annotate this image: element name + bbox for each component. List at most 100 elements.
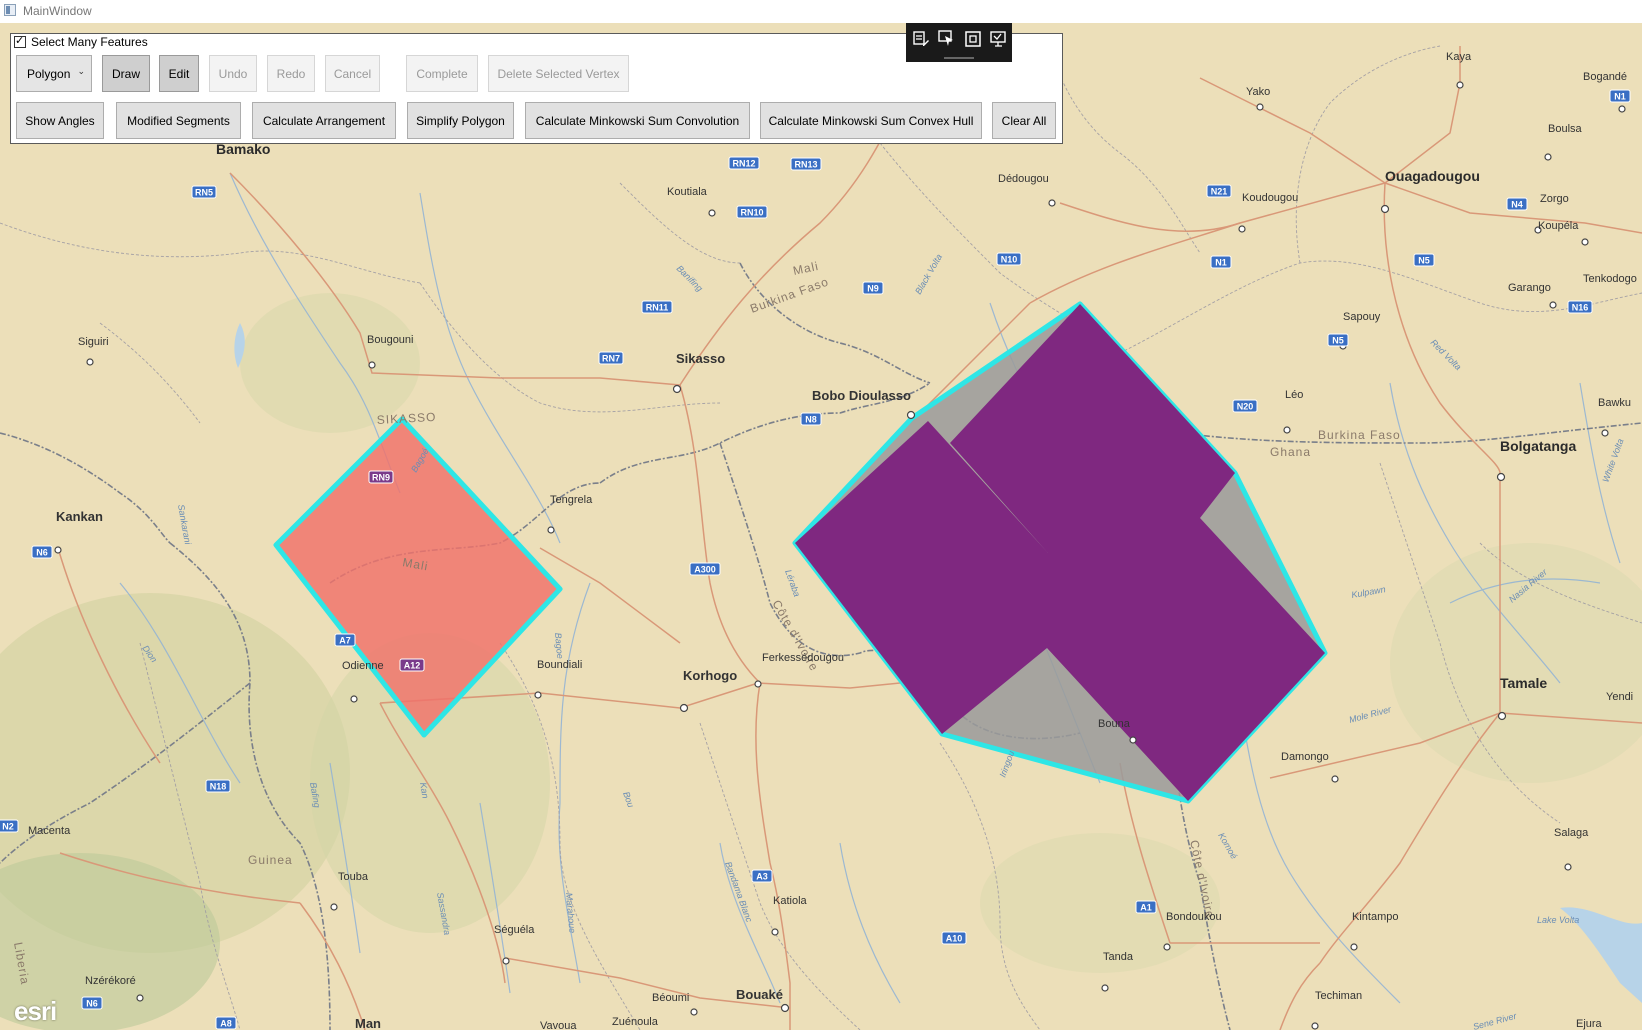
road-shield-label: N16 [1572, 303, 1589, 313]
road-shield: RN5 [191, 185, 217, 199]
city-label: Ejura [1576, 1018, 1603, 1030]
minkowski-convolution-button[interactable]: Calculate Minkowski Sum Convolution [525, 102, 750, 139]
window-icon [4, 4, 16, 16]
undo-button[interactable]: Undo [209, 55, 257, 92]
frame-icon[interactable] [964, 30, 982, 48]
road-shield: A8 [215, 1016, 237, 1030]
map-canvas[interactable]: SIKASSO Mali Mali Burkina Faso Burkina F… [0, 23, 1642, 1030]
city-label: Macenta [28, 825, 71, 837]
city-label: Ouagadougou [1385, 168, 1480, 184]
road-shield: N20 [1232, 399, 1258, 413]
city-label: Koudougou [1242, 192, 1298, 204]
road-shield-label: N6 [86, 999, 98, 1009]
simplify-polygon-button[interactable]: Simplify Polygon [407, 102, 514, 139]
city-label: Kaya [1446, 51, 1472, 63]
road-shield: RN9 [368, 470, 394, 484]
draw-button[interactable]: Draw [102, 55, 150, 92]
road-shield: RN12 [728, 156, 760, 170]
city-label: Sikasso [676, 351, 725, 366]
cancel-button[interactable]: Cancel [325, 55, 380, 92]
road-shield-label: A8 [220, 1019, 232, 1029]
road-shield: RN13 [790, 157, 822, 171]
road-shield-label: RN13 [794, 160, 817, 170]
road-shield-label: N20 [1237, 402, 1254, 412]
road-shield-label: A7 [339, 636, 351, 646]
city-label: Ferkessédougou [762, 652, 844, 664]
city-label: Man [355, 1016, 381, 1030]
road-shield-label: N5 [1332, 336, 1344, 346]
region-label-guinea: Guinea [248, 853, 293, 867]
city-label: Bobo Dioulasso [812, 388, 911, 403]
road-shield: N5 [1327, 333, 1349, 347]
city-label: Koupéla [1538, 220, 1579, 232]
road-shield: RN11 [641, 300, 673, 314]
city-label: Bouaké [736, 987, 783, 1002]
city-label: Bawku [1598, 397, 1631, 409]
minkowski-convex-hull-button[interactable]: Calculate Minkowski Sum Convex Hull [760, 102, 982, 139]
road-shield-label: N21 [1211, 187, 1228, 197]
snap-icon[interactable] [990, 30, 1008, 48]
city-label: Bolgatanga [1500, 438, 1576, 454]
road-shield: N4 [1506, 197, 1528, 211]
terrain-shade [980, 833, 1220, 973]
delete-selected-vertex-button[interactable]: Delete Selected Vertex [488, 55, 629, 92]
city-label: Katiola [773, 895, 808, 907]
road-shield-label: N9 [867, 284, 879, 294]
city-label: Tamale [1500, 675, 1547, 691]
palette-grip[interactable] [944, 57, 974, 59]
road-shield-label: RN9 [372, 473, 390, 483]
road-shield: RN7 [598, 351, 624, 365]
city-label: Techiman [1315, 990, 1362, 1002]
road-shield: A1 [1135, 900, 1157, 914]
select-vertex-icon[interactable] [938, 30, 956, 48]
city-label: Bondoukou [1166, 911, 1222, 923]
calculate-arrangement-button[interactable]: Calculate Arrangement [252, 102, 396, 139]
checkbox-checked-icon[interactable] [14, 34, 26, 48]
road-shield: A12 [399, 658, 425, 672]
clear-all-button[interactable]: Clear All [992, 102, 1056, 139]
chevron-down-icon: ⌄ [77, 66, 85, 76]
map-view[interactable]: SIKASSO Mali Mali Burkina Faso Burkina F… [0, 23, 1642, 1030]
city-label: Vavoua [540, 1020, 577, 1030]
road-shield: N10 [996, 252, 1022, 266]
road-shield-label: N8 [805, 415, 817, 425]
complete-button[interactable]: Complete [406, 55, 478, 92]
window-title: MainWindow [23, 4, 92, 18]
road-shield-label: RN10 [740, 208, 763, 218]
city-label: Boulsa [1548, 123, 1583, 135]
road-shield: N9 [862, 281, 884, 295]
city-label: Korhogo [683, 668, 737, 683]
road-shield: N8 [800, 412, 822, 426]
city-label: Zuénoula [612, 1016, 659, 1028]
city-label: Nzérékoré [85, 975, 136, 987]
road-shield-label: A1 [1140, 903, 1152, 913]
road-shield: N2 [0, 819, 19, 833]
edit-geometry-icon[interactable] [912, 30, 930, 48]
show-angles-button[interactable]: Show Angles [16, 102, 104, 139]
road-shield-label: RN7 [602, 354, 620, 364]
road-shield: N21 [1206, 184, 1232, 198]
road-shield: N1 [1210, 255, 1232, 269]
road-shield: A7 [334, 633, 356, 647]
edit-button[interactable]: Edit [159, 55, 199, 92]
city-label: Léo [1285, 389, 1303, 401]
city-label: Séguéla [494, 924, 535, 936]
region-label-burkina-2: Burkina Faso [1318, 428, 1401, 442]
geometry-type-select[interactable]: Polygon ⌄ [16, 55, 92, 92]
road-shield-label: A300 [694, 565, 716, 575]
modified-segments-button[interactable]: Modified Segments [116, 102, 241, 139]
city-label: Boundiali [537, 659, 582, 671]
city-label: Bougouni [367, 334, 414, 346]
city-label: Sapouy [1343, 311, 1381, 323]
road-shield-label: A12 [404, 661, 421, 671]
road-shield-label: RN12 [732, 159, 755, 169]
city-label: Odienne [342, 660, 384, 672]
city-label: Salaga [1554, 827, 1589, 839]
road-shield: A10 [941, 931, 967, 945]
geometry-type-value: Polygon [27, 66, 71, 81]
select-many-checkbox[interactable]: Select Many Features [14, 34, 148, 49]
road-shield: A3 [751, 869, 773, 883]
redo-button[interactable]: Redo [267, 55, 315, 92]
city-label: Zorgo [1540, 193, 1569, 205]
road-shield-label: N1 [1614, 92, 1626, 102]
